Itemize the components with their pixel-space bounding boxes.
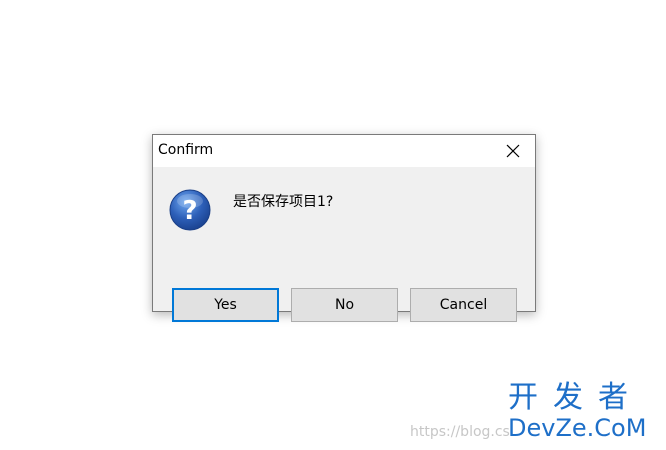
question-icon: ?: [169, 189, 211, 231]
cancel-button[interactable]: Cancel: [410, 288, 517, 322]
dialog-message: 是否保存项目1?: [233, 194, 334, 210]
watermark-logo-en: DevZe.CoM: [508, 414, 647, 442]
dialog-content: ? 是否保存项目1? Yes No Cancel: [153, 167, 535, 322]
yes-button[interactable]: Yes: [172, 288, 279, 322]
svg-text:?: ?: [182, 196, 197, 226]
watermark-logo: 开发者 DevZe.CoM: [508, 382, 658, 444]
watermark-url: https://blog.cs: [410, 424, 510, 440]
no-button[interactable]: No: [291, 288, 398, 322]
dialog-title: Confirm: [158, 142, 214, 158]
watermark-logo-cn: 开发者: [508, 380, 643, 415]
close-icon: [506, 144, 520, 158]
close-button[interactable]: [491, 135, 535, 167]
screen: Confirm ? 是否保存项目1? Yes No Cancel https:/…: [0, 0, 666, 450]
confirm-dialog: Confirm ? 是否保存项目1? Yes No Cancel: [152, 134, 536, 322]
title-bar: Confirm: [153, 135, 535, 167]
